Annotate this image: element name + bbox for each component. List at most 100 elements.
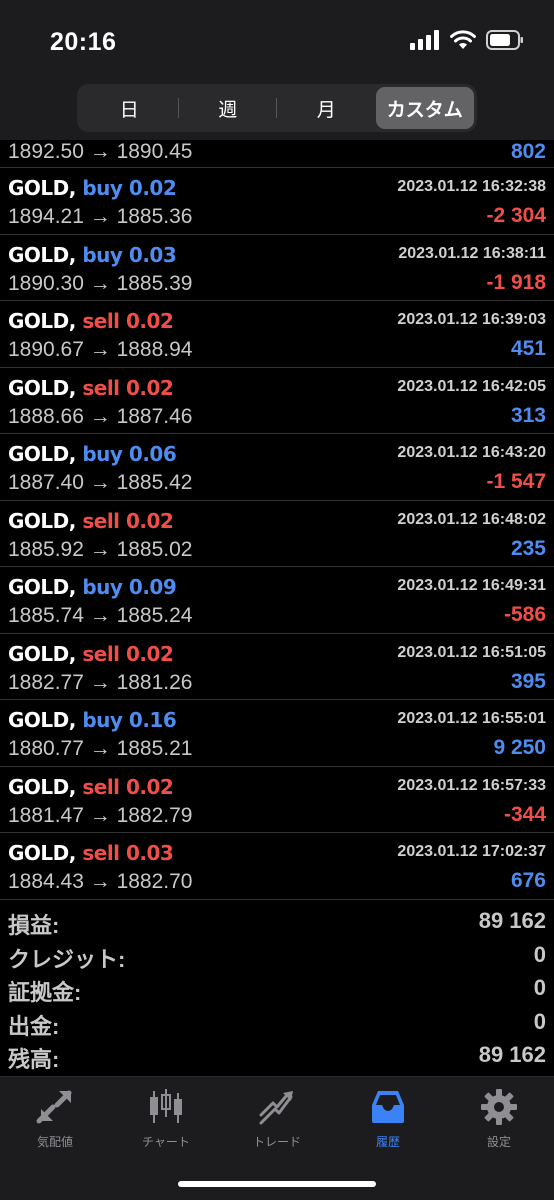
trade-prices: 1894.21 → 1885.36 <box>8 205 193 228</box>
trade-profit: 9 250 <box>493 736 546 759</box>
trade-prices: 1885.74 → 1885.24 <box>8 604 193 627</box>
trade-time: 2023.01.12 16:38:11 <box>398 244 546 262</box>
settings-icon <box>481 1089 517 1125</box>
trade-symbol: GOLD, <box>8 575 76 599</box>
history-row[interactable]: GOLD, buy 0.02 2023.01.12 16:32:38 1894.… <box>0 168 554 235</box>
trade-time: 2023.01.12 16:57:33 <box>397 776 546 794</box>
trade-prices: 1882.77 → 1881.26 <box>8 670 193 694</box>
tab-label: 履歴 <box>375 1135 400 1149</box>
trade-prices: 1887.40 → 1885.42 <box>8 471 193 494</box>
trade-prices: 1880.77 → 1885.21 <box>8 737 193 760</box>
trade-prices: 1888.66 → 1887.46 <box>8 404 193 428</box>
tab-label: 設定 <box>486 1135 511 1149</box>
trade-symbol: GOLD, <box>8 176 76 200</box>
summary-value: 89 162 <box>478 1042 546 1067</box>
trade-time: 2023.01.12 16:48:02 <box>397 510 546 528</box>
trade-profit: 676 <box>510 869 546 892</box>
trade-profit: 235 <box>510 536 546 560</box>
trade-icon <box>259 1091 293 1125</box>
tab-label: トレード <box>252 1135 301 1149</box>
trade-action: sell 0.02 <box>82 375 174 400</box>
status-bar: 20:16 <box>0 0 554 80</box>
summary-label: 損益: <box>8 913 60 938</box>
trade-action: buy 0.09 <box>82 575 177 599</box>
trade-time: 2023.01.12 16:42:05 <box>397 377 546 395</box>
trade-prices: 1890.67 → 1888.94 <box>8 338 193 361</box>
tab-history[interactable]: 履歴 <box>338 1087 438 1150</box>
history-row[interactable]: GOLD, buy 0.06 2023.01.12 16:43:20 1887.… <box>0 434 554 501</box>
tab-settings[interactable]: 設定 <box>449 1087 549 1150</box>
segment-week[interactable]: 週 <box>179 87 278 129</box>
chart-icon <box>150 1089 182 1123</box>
trade-profit: 451 <box>510 337 546 360</box>
summary-balance: 残高: 89 162 <box>0 1040 554 1074</box>
trade-action: buy 0.16 <box>82 708 177 732</box>
trade-time: 2023.01.12 17:02:37 <box>397 843 546 860</box>
segment-day[interactable]: 日 <box>80 87 179 129</box>
trade-profit: -2 304 <box>486 204 546 227</box>
trade-action: buy 0.06 <box>82 442 177 466</box>
trade-prices: 1892.50 → 1890.45 <box>8 140 193 163</box>
trade-profit: -586 <box>503 603 546 626</box>
trade-symbol: GOLD, <box>8 508 76 533</box>
summary-value: 0 <box>533 975 546 1000</box>
history-row[interactable]: GOLD, buy 0.03 2023.01.12 16:38:11 1890.… <box>0 235 554 301</box>
summary-label: 証拠金: <box>8 980 82 1005</box>
summary-value: 0 <box>533 941 546 967</box>
account-summary: 損益: 89 162 クレジット: 0 証拠金: 0 出金: 0 残高: 89 … <box>0 906 554 1074</box>
trade-time: 2023.01.12 16:55:01 <box>397 710 546 727</box>
trade-prices: 1884.43 → 1882.70 <box>8 870 193 893</box>
trade-time: 2023.01.12 16:32:38 <box>397 178 546 195</box>
summary-value: 89 162 <box>478 908 546 933</box>
trade-action: buy 0.03 <box>82 242 177 267</box>
history-row[interactable]: GOLD, sell 0.03 2023.01.12 17:02:37 1884… <box>0 833 554 900</box>
history-icon <box>372 1091 404 1123</box>
history-row[interactable]: GOLD, sell 0.02 2023.01.12 16:48:02 1885… <box>0 501 554 567</box>
trade-profit: 802 <box>510 140 546 163</box>
history-row[interactable]: GOLD, buy 0.16 2023.01.12 16:55:01 1880.… <box>0 700 554 767</box>
status-time: 20:16 <box>50 28 117 56</box>
trade-profit: 395 <box>510 669 546 693</box>
home-indicator[interactable] <box>178 1181 376 1187</box>
history-row[interactable]: GOLD, sell 0.02 2023.01.12 16:39:03 1890… <box>0 301 554 368</box>
history-row[interactable]: GOLD, buy 0.09 2023.01.12 16:49:31 1885.… <box>0 567 554 634</box>
summary-profit: 損益: 89 162 <box>0 906 554 940</box>
battery-icon <box>486 30 523 50</box>
status-icons <box>410 30 524 50</box>
trade-symbol: GOLD, <box>8 708 76 732</box>
tab-label: チャート <box>142 1135 190 1149</box>
summary-credit: クレジット: 0 <box>0 940 554 974</box>
history-list[interactable]: 1892.50 → 1890.45 802 GOLD, buy 0.02 202… <box>0 138 554 900</box>
period-header: 日 週 月 カスタム <box>0 80 554 140</box>
tab-chart[interactable]: チャート <box>116 1087 216 1150</box>
tab-quotes[interactable]: 気配値 <box>5 1087 105 1150</box>
quotes-icon <box>36 1090 72 1124</box>
trade-symbol: GOLD, <box>8 442 76 466</box>
trade-action: sell 0.02 <box>82 508 174 533</box>
trade-symbol: GOLD, <box>8 641 76 666</box>
cellular-signal-icon <box>410 30 439 50</box>
segment-month[interactable]: 月 <box>277 87 376 129</box>
history-row[interactable]: GOLD, sell 0.02 2023.01.12 16:51:05 1882… <box>0 634 554 700</box>
trade-profit: 313 <box>510 403 546 427</box>
trade-prices: 1885.92 → 1885.02 <box>8 537 193 561</box>
trade-symbol: GOLD, <box>8 242 76 267</box>
summary-label: 残高: <box>8 1047 60 1072</box>
history-row[interactable]: GOLD, sell 0.02 2023.01.12 16:42:05 1888… <box>0 368 554 434</box>
trade-action: buy 0.02 <box>82 176 177 200</box>
tab-label: 気配値 <box>36 1135 73 1149</box>
summary-deposit: 証拠金: 0 <box>0 973 554 1007</box>
trade-profit: -344 <box>503 802 546 826</box>
trade-action: sell 0.02 <box>82 774 174 799</box>
trade-time: 2023.01.12 16:43:20 <box>397 444 546 461</box>
history-row[interactable]: GOLD, sell 0.02 2023.01.12 16:57:33 1881… <box>0 767 554 833</box>
summary-value: 0 <box>533 1008 546 1034</box>
history-row-partial[interactable]: 1892.50 → 1890.45 802 <box>0 138 554 168</box>
tab-trade[interactable]: トレード <box>227 1087 327 1150</box>
summary-withdrawal: 出金: 0 <box>0 1007 554 1041</box>
period-segmented-control: 日 週 月 カスタム <box>77 84 477 132</box>
trade-profit: -1 547 <box>486 470 546 493</box>
segment-custom[interactable]: カスタム <box>375 87 474 129</box>
wifi-icon <box>450 30 476 49</box>
trade-action: sell 0.02 <box>82 641 174 666</box>
